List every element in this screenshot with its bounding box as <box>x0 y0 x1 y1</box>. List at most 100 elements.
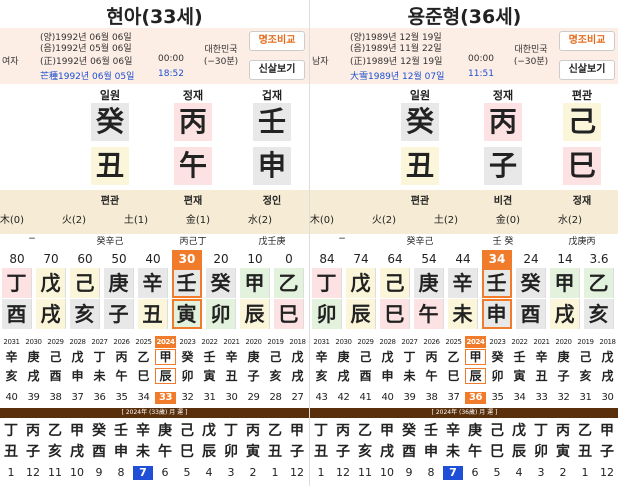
year-age[interactable]: 39 <box>23 392 44 404</box>
year-stem[interactable]: 壬 <box>509 349 530 365</box>
daeun-branch[interactable]: 酉 <box>516 299 546 329</box>
pillar-branch[interactable]: 丑 <box>91 147 129 185</box>
year-label[interactable]: 2028 <box>67 336 88 348</box>
year-label[interactable]: 2025 <box>443 336 464 348</box>
year-branch[interactable]: 申 <box>377 368 398 384</box>
daeun-branch[interactable]: 辰 <box>346 299 376 329</box>
year-stem[interactable]: 辛 <box>311 349 332 365</box>
year-age[interactable]: 31 <box>199 392 220 404</box>
year-stem[interactable]: 戊 <box>597 349 618 365</box>
year-age[interactable]: 37 <box>67 392 88 404</box>
daeun-stem[interactable]: 辛 <box>448 268 478 298</box>
daeun-stem[interactable]: 丁 <box>2 268 32 298</box>
daeun-age[interactable]: 54 <box>414 250 444 268</box>
year-age[interactable]: 27 <box>287 392 308 404</box>
month-stem[interactable]: 丁 <box>1 422 21 440</box>
daeun-age[interactable]: 34 <box>482 250 512 268</box>
year-branch[interactable]: 午 <box>111 368 132 384</box>
daeun-stem[interactable]: 癸 <box>516 268 546 298</box>
month-number[interactable]: 11 <box>45 466 65 480</box>
year-branch[interactable]: 寅 <box>509 368 530 384</box>
year-branch[interactable]: 戌 <box>287 368 308 384</box>
year-label[interactable]: 2019 <box>265 336 286 348</box>
daeun-branch[interactable]: 子 <box>104 299 134 329</box>
month-branch[interactable]: 戌 <box>67 443 87 461</box>
year-branch[interactable]: 酉 <box>45 368 66 384</box>
year-label[interactable]: 2026 <box>111 336 132 348</box>
year-age[interactable]: 32 <box>177 392 198 404</box>
year-label[interactable]: 2022 <box>509 336 530 348</box>
pillar-stem[interactable]: 丙 <box>484 103 522 141</box>
year-stem[interactable]: 丁 <box>399 349 420 365</box>
pillar-branch[interactable]: 丑 <box>401 147 439 185</box>
year-label[interactable]: 2018 <box>597 336 618 348</box>
year-age[interactable]: 37 <box>443 392 464 404</box>
daeun-age[interactable]: 60 <box>70 250 100 268</box>
month-branch[interactable]: 申 <box>421 443 441 461</box>
year-age[interactable]: 34 <box>509 392 530 404</box>
month-number[interactable]: 1 <box>575 466 595 480</box>
year-age[interactable]: 38 <box>45 392 66 404</box>
daeun-stem[interactable]: 壬 <box>482 268 512 298</box>
daeun-branch[interactable]: 酉 <box>2 299 32 329</box>
year-age[interactable]: 34 <box>133 392 154 404</box>
daeun-branch[interactable]: 寅 <box>172 299 202 329</box>
month-number[interactable]: 5 <box>487 466 507 480</box>
view-sinsal-button[interactable]: 신살보기 <box>559 60 615 80</box>
daeun-stem[interactable]: 癸 <box>206 268 236 298</box>
daeun-branch[interactable]: 午 <box>414 299 444 329</box>
pillar-stem[interactable]: 癸 <box>91 103 129 141</box>
month-stem[interactable]: 甲 <box>67 422 87 440</box>
month-branch[interactable]: 午 <box>465 443 485 461</box>
year-age[interactable]: 28 <box>265 392 286 404</box>
year-branch[interactable]: 酉 <box>355 368 376 384</box>
year-branch[interactable]: 辰 <box>465 368 486 384</box>
month-number[interactable]: 12 <box>597 466 617 480</box>
year-label[interactable]: 2031 <box>311 336 332 348</box>
daeun-age[interactable]: 24 <box>516 250 546 268</box>
year-age[interactable]: 40 <box>1 392 22 404</box>
month-branch[interactable]: 未 <box>443 443 463 461</box>
month-number[interactable]: 7 <box>133 466 153 480</box>
daeun-branch[interactable]: 申 <box>482 299 512 329</box>
daeun-age[interactable]: 64 <box>380 250 410 268</box>
year-stem[interactable]: 丙 <box>111 349 132 365</box>
year-stem[interactable]: 乙 <box>133 349 154 365</box>
year-stem[interactable]: 庚 <box>243 349 264 365</box>
year-age[interactable]: 29 <box>243 392 264 404</box>
year-branch[interactable]: 未 <box>89 368 110 384</box>
month-number[interactable]: 1 <box>1 466 21 480</box>
month-branch[interactable]: 丑 <box>575 443 595 461</box>
month-number[interactable]: 7 <box>443 466 463 480</box>
month-stem[interactable]: 壬 <box>421 422 441 440</box>
year-branch[interactable]: 亥 <box>311 368 332 384</box>
month-stem[interactable]: 辛 <box>443 422 463 440</box>
month-branch[interactable]: 卯 <box>531 443 551 461</box>
month-branch[interactable]: 巳 <box>487 443 507 461</box>
year-stem[interactable]: 庚 <box>23 349 44 365</box>
compare-chart-button[interactable]: 명조비교 <box>249 31 305 51</box>
daeun-age[interactable]: 44 <box>448 250 478 268</box>
pillar-stem[interactable]: 壬 <box>253 103 291 141</box>
year-stem[interactable]: 戊 <box>377 349 398 365</box>
month-branch[interactable]: 酉 <box>399 443 419 461</box>
month-stem[interactable]: 庚 <box>155 422 175 440</box>
daeun-stem[interactable]: 辛 <box>138 268 168 298</box>
month-stem[interactable]: 丙 <box>23 422 43 440</box>
year-age[interactable]: 35 <box>111 392 132 404</box>
daeun-age[interactable]: 50 <box>104 250 134 268</box>
daeun-age[interactable]: 10 <box>240 250 270 268</box>
view-sinsal-button[interactable]: 신살보기 <box>249 60 305 80</box>
month-number[interactable]: 3 <box>221 466 241 480</box>
daeun-branch[interactable]: 亥 <box>70 299 100 329</box>
month-stem[interactable]: 乙 <box>575 422 595 440</box>
year-stem[interactable]: 戊 <box>67 349 88 365</box>
year-stem[interactable]: 乙 <box>443 349 464 365</box>
year-age[interactable]: 30 <box>597 392 618 404</box>
year-branch[interactable]: 卯 <box>177 368 198 384</box>
year-age[interactable]: 35 <box>487 392 508 404</box>
year-stem[interactable]: 甲 <box>465 349 486 365</box>
month-stem[interactable]: 庚 <box>465 422 485 440</box>
year-stem[interactable]: 庚 <box>333 349 354 365</box>
year-branch[interactable]: 辰 <box>155 368 176 384</box>
